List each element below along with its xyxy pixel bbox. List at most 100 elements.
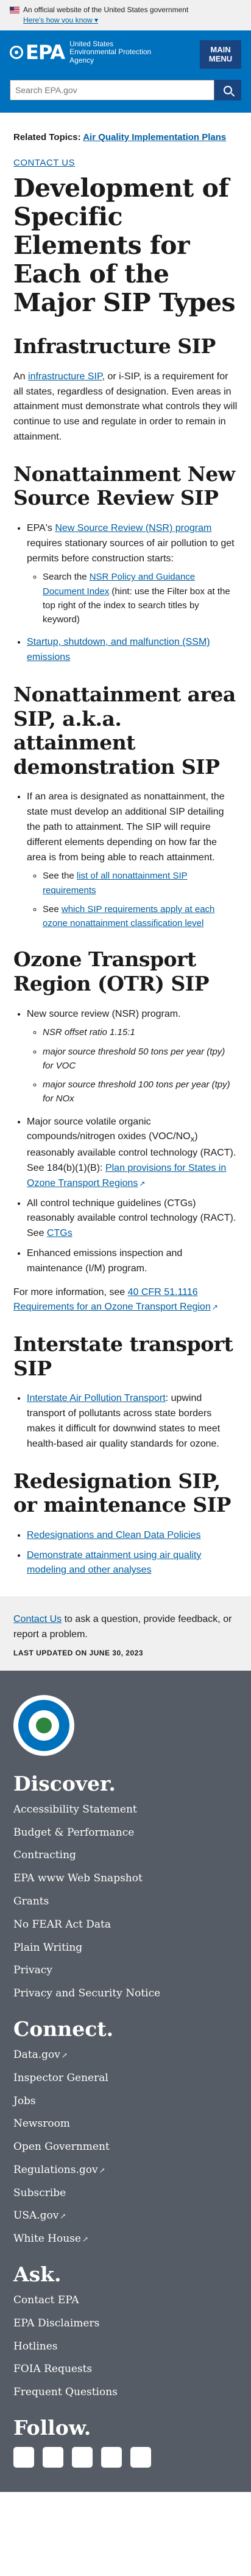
ozone-classification-link[interactable]: which SIP requirements apply at each ozo… [43, 904, 214, 928]
connect-heading: Connect. [13, 2016, 114, 2041]
section-heading-attainment: Nonattainment area SIP, a.k.a. attainmen… [13, 682, 236, 779]
epa-seal-icon [13, 1694, 74, 1756]
list-item: All control technique guidelines (CTGs) … [27, 1196, 238, 1241]
list-item: Enhanced emissions inspection and mainte… [27, 1246, 238, 1277]
footer-item: Newsroom [13, 2117, 238, 2132]
youtube-icon[interactable]: ▶ [72, 2447, 93, 2468]
flickr-icon[interactable]: •• [101, 2447, 122, 2468]
footer-item: Data.gov [13, 2048, 238, 2063]
footer-link[interactable]: Plain Writing [13, 1942, 82, 1954]
footer-link[interactable]: EPA Disclaimers [13, 2317, 99, 2329]
nnsr-list: EPA's New Source Review (NSR) program re… [13, 521, 238, 665]
main-content: Related Topics: Air Quality Implementati… [0, 131, 251, 1578]
nsr-program-link[interactable]: New Source Review (NSR) program [55, 523, 211, 533]
redesignations-link[interactable]: Redesignations and Clean Data Policies [27, 1530, 201, 1540]
footer-link[interactable]: Privacy [13, 1964, 52, 1976]
section-heading-infrastructure: Infrastructure SIP [13, 334, 216, 359]
footer-link[interactable]: Regulations.gov [13, 2164, 105, 2176]
list-item: major source threshold 50 tons per year … [43, 1045, 238, 1073]
attainment-list: If an area is designated as nonattainmen… [13, 790, 238, 930]
facebook-icon[interactable]: f [13, 2447, 34, 2468]
logo-wordmark: EPA [26, 41, 65, 65]
footer-link[interactable]: White House [13, 2233, 88, 2245]
footer-item: Subscribe [13, 2186, 238, 2201]
footer-item: Accessibility Statement [13, 1803, 238, 1817]
ask-list: Contact EPA EPA Disclaimers Hotlines FOIA R… [13, 2293, 238, 2400]
ctgs-link[interactable]: CTGs [47, 1228, 72, 1238]
footer-link[interactable]: Grants [13, 1895, 49, 1907]
footer-item: Plain Writing [13, 1941, 238, 1956]
epa-logo[interactable]: EPA United States Environmental Protecti… [10, 40, 161, 65]
footer-link[interactable]: Hotlines [13, 2340, 58, 2353]
footer-link[interactable]: Inspector General [13, 2072, 108, 2084]
us-flag-icon [10, 7, 19, 14]
list-item: Interstate Air Pollution Transport: upwi… [27, 1391, 238, 1451]
related-topic-link[interactable]: Air Quality Implementation Plans [83, 132, 226, 142]
list-item: Redesignations and Clean Data Policies [27, 1528, 238, 1543]
footer-item: EPA www Web Snapshot [13, 1872, 238, 1886]
footer-item: USA.gov [13, 2209, 238, 2223]
redesignation-list: Redesignations and Clean Data Policies D… [13, 1528, 238, 1578]
related-topics: Related Topics: Air Quality Implementati… [13, 131, 238, 144]
footer-item: Hotlines [13, 2340, 238, 2354]
list-item: Major source volatile organic compounds/… [27, 1115, 238, 1191]
footer-link[interactable]: Contracting [13, 1849, 76, 1861]
footer-link[interactable]: Subscribe [13, 2187, 66, 2199]
demonstrate-attainment-link[interactable]: Demonstrate attainment using air quality… [27, 1550, 201, 1576]
footer-link[interactable]: FOIA Requests [13, 2363, 92, 2375]
footer-link[interactable]: Newsroom [13, 2118, 70, 2130]
footer-item: Contracting [13, 1848, 238, 1863]
interstate-transport-link[interactable]: Interstate Air Pollution Transport [27, 1393, 166, 1403]
list-item: major source threshold 100 tons per year… [43, 1078, 238, 1106]
search-input[interactable] [10, 79, 214, 100]
page-title: Development of Specific Elements for Eac… [13, 173, 236, 318]
footer-item: EPA Disclaimers [13, 2317, 238, 2331]
section-heading-redesignation: Redesignation SIP, or maintenance SIP [13, 1469, 231, 1517]
contact-us-link[interactable]: CONTACT US [13, 158, 238, 168]
footer-item: Privacy and Security Notice [13, 1987, 238, 2001]
footer-link[interactable]: Data.gov [13, 2049, 68, 2061]
list-item: Demonstrate attainment using air quality… [27, 1548, 238, 1579]
footer-link[interactable]: Contact EPA [13, 2294, 79, 2306]
footer-item: No FEAR Act Data [13, 1918, 238, 1932]
footer-link[interactable]: Open Government [13, 2141, 110, 2153]
twitter-icon[interactable]: t [43, 2447, 63, 2468]
footer-item: Open Government [13, 2140, 238, 2155]
footer-item: Grants [13, 1895, 238, 1909]
footer-item: FOIA Requests [13, 2362, 238, 2377]
gov-banner: An official website of the United States… [0, 0, 251, 30]
feedback-contact-link[interactable]: Contact Us [13, 1614, 62, 1624]
list-item: NSR offset ratio 1.15:1 [43, 1025, 238, 1039]
otr-list: New source review (NSR) program. NSR off… [13, 1007, 238, 1277]
footer-link[interactable]: Privacy and Security Notice [13, 1987, 160, 1999]
discover-list: Accessibility Statement Budget & Performa… [13, 1803, 238, 2001]
footer-link[interactable]: EPA www Web Snapshot [13, 1872, 143, 1884]
follow-heading: Follow. [13, 2416, 91, 2440]
infrastructure-sip-link[interactable]: infrastructure SIP [28, 371, 102, 382]
ssm-emissions-link[interactable]: Startup, shutdown, and malfunction (SSM)… [27, 637, 210, 662]
list-item: New source review (NSR) program. NSR off… [27, 1007, 238, 1106]
infrastructure-paragraph: An infrastructure SIP, or i-SIP, is a re… [13, 371, 238, 443]
footer-link[interactable]: Frequent Questions [13, 2386, 118, 2398]
footer-link[interactable]: USA.gov [13, 2209, 66, 2222]
footer-link[interactable]: Accessibility Statement [13, 1803, 137, 1816]
footer-item: Frequent Questions [13, 2385, 238, 2400]
search-button[interactable] [214, 79, 241, 100]
search-icon [224, 85, 232, 94]
instagram-icon[interactable]: ◎ [130, 2447, 151, 2468]
footer-link[interactable]: Budget & Performance [13, 1827, 134, 1839]
interstate-list: Interstate Air Pollution Transport: upwi… [13, 1391, 238, 1451]
agency-name: United States Environmental Protection A… [69, 39, 152, 65]
how-you-know-link[interactable]: Here's how you know [23, 15, 241, 26]
ask-heading: Ask. [13, 2262, 62, 2287]
footer-item: Jobs [13, 2094, 238, 2109]
footer-item: White House [13, 2232, 238, 2247]
footer-item: Regulations.gov [13, 2163, 238, 2178]
footer-item: Contact EPA [13, 2293, 238, 2308]
footer-link[interactable]: Jobs [13, 2095, 36, 2107]
main-menu-button[interactable]: MAIN MENU [200, 40, 241, 69]
section-heading-otr: Ozone Transport Region (OTR) SIP [13, 947, 210, 995]
feedback-box: Contact Us to ask a question, provide fe… [0, 1596, 251, 1671]
footer-link[interactable]: No FEAR Act Data [13, 1918, 111, 1931]
list-item: If an area is designated as nonattainmen… [27, 790, 238, 930]
